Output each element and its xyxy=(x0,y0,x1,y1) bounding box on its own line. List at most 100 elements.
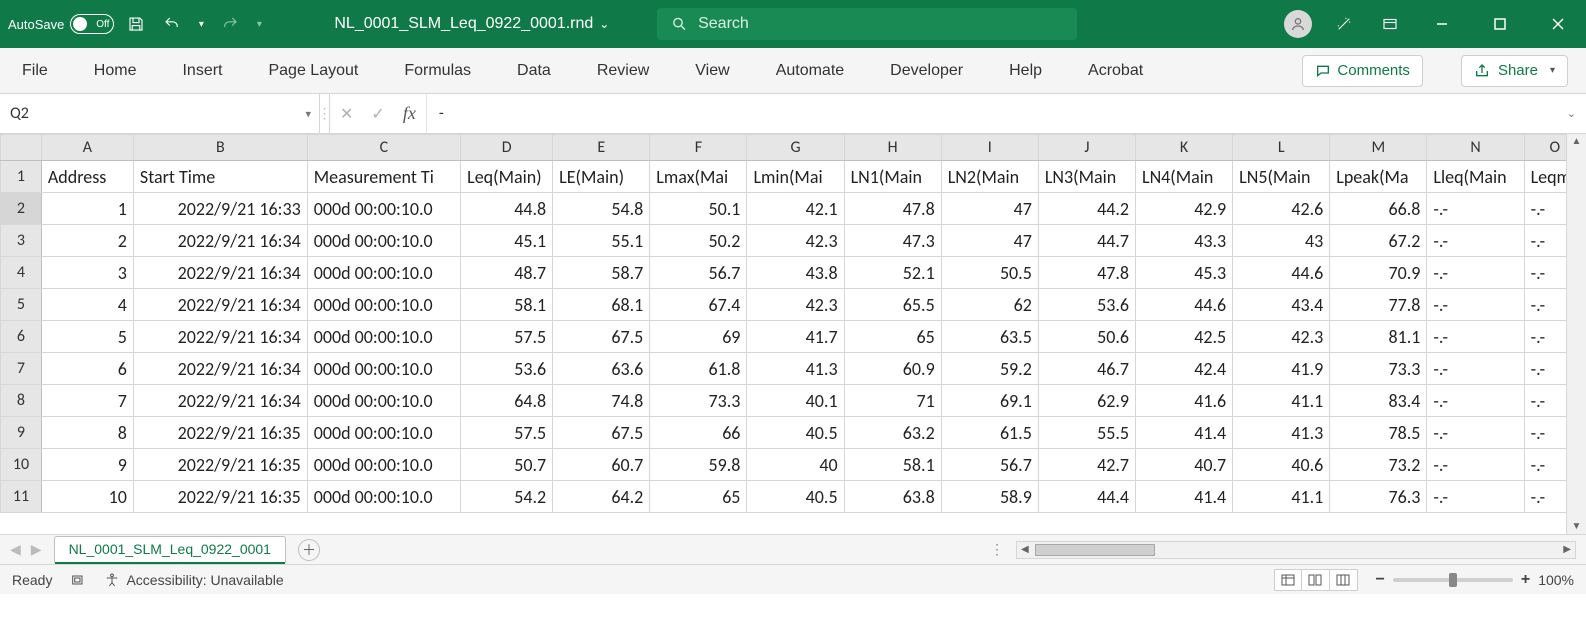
column-header-H[interactable]: H xyxy=(844,135,941,161)
cell[interactable]: 42.1 xyxy=(747,193,844,225)
cell[interactable]: 46.7 xyxy=(1038,353,1135,385)
cell[interactable]: 73.2 xyxy=(1330,449,1427,481)
cell[interactable]: 42.3 xyxy=(747,289,844,321)
cell[interactable]: 61.5 xyxy=(941,417,1038,449)
cell[interactable]: 69.1 xyxy=(941,385,1038,417)
cell[interactable]: 000d 00:00:10.0 xyxy=(307,417,460,449)
row-header[interactable]: 11 xyxy=(1,481,42,513)
undo-dropdown-icon[interactable]: ▾ xyxy=(194,10,208,38)
view-normal-button[interactable] xyxy=(1274,569,1302,591)
comments-button[interactable]: Comments xyxy=(1302,55,1423,87)
cell[interactable]: 63.8 xyxy=(844,481,941,513)
cell[interactable]: 42.7 xyxy=(1038,449,1135,481)
select-all-button[interactable] xyxy=(1,135,42,161)
cell[interactable]: 50.1 xyxy=(650,193,747,225)
column-header-J[interactable]: J xyxy=(1038,135,1135,161)
row-header[interactable]: 5 xyxy=(1,289,42,321)
cell[interactable]: 40.5 xyxy=(747,481,844,513)
cell[interactable]: 53.6 xyxy=(1038,289,1135,321)
cell[interactable]: 000d 00:00:10.0 xyxy=(307,321,460,353)
column-header-A[interactable]: A xyxy=(41,135,133,161)
cell[interactable]: 59.8 xyxy=(650,449,747,481)
redo-icon[interactable] xyxy=(216,10,244,38)
cell[interactable]: 58.1 xyxy=(461,289,553,321)
cell[interactable]: -.- xyxy=(1427,481,1524,513)
cell[interactable]: 50.2 xyxy=(650,225,747,257)
cell[interactable]: 67.5 xyxy=(553,321,650,353)
cell[interactable]: 74.8 xyxy=(553,385,650,417)
tab-home[interactable]: Home xyxy=(90,56,141,86)
cell[interactable]: 44.6 xyxy=(1136,289,1233,321)
column-header-K[interactable]: K xyxy=(1136,135,1233,161)
tab-formulas[interactable]: Formulas xyxy=(400,56,475,86)
cell[interactable]: -.- xyxy=(1427,225,1524,257)
view-page-break-button[interactable] xyxy=(1330,569,1358,591)
cell[interactable]: 2022/9/21 16:34 xyxy=(133,353,307,385)
sheet-tab-active[interactable]: NL_0001_SLM_Leq_0922_0001 xyxy=(54,536,286,563)
column-header-D[interactable]: D xyxy=(461,135,553,161)
tab-help[interactable]: Help xyxy=(1005,56,1046,86)
cell[interactable]: 45.1 xyxy=(461,225,553,257)
cell[interactable]: 61.8 xyxy=(650,353,747,385)
cell[interactable]: 62.9 xyxy=(1038,385,1135,417)
header-cell[interactable]: LN3(Main xyxy=(1038,161,1135,193)
cell[interactable]: 40.5 xyxy=(747,417,844,449)
cell[interactable]: 42.6 xyxy=(1233,193,1330,225)
cell[interactable]: 47.3 xyxy=(844,225,941,257)
cell[interactable]: 2 xyxy=(41,225,133,257)
formula-bar[interactable]: - ⌄ xyxy=(427,94,1586,133)
cell[interactable]: 78.5 xyxy=(1330,417,1427,449)
cell[interactable]: 73.3 xyxy=(650,385,747,417)
cell[interactable]: 41.6 xyxy=(1136,385,1233,417)
cell[interactable]: 10 xyxy=(41,481,133,513)
cell[interactable]: 42.3 xyxy=(1233,321,1330,353)
cell[interactable]: 000d 00:00:10.0 xyxy=(307,481,460,513)
cell[interactable]: 52.1 xyxy=(844,257,941,289)
scrollbar-thumb[interactable] xyxy=(1035,544,1155,556)
wand-icon[interactable] xyxy=(1330,10,1358,38)
cell[interactable]: 58.1 xyxy=(844,449,941,481)
cell[interactable]: 40.1 xyxy=(747,385,844,417)
tab-developer[interactable]: Developer xyxy=(886,56,967,86)
cell[interactable]: 2022/9/21 16:34 xyxy=(133,321,307,353)
header-cell[interactable]: LN2(Main xyxy=(941,161,1038,193)
cell[interactable]: 7 xyxy=(41,385,133,417)
column-header-B[interactable]: B xyxy=(133,135,307,161)
cell[interactable]: 59.2 xyxy=(941,353,1038,385)
autosave-switch[interactable]: Off xyxy=(70,14,114,34)
cell[interactable]: 2022/9/21 16:34 xyxy=(133,257,307,289)
cell[interactable]: 43 xyxy=(1233,225,1330,257)
column-header-F[interactable]: F xyxy=(650,135,747,161)
cell[interactable]: 50.7 xyxy=(461,449,553,481)
zoom-out-icon[interactable]: − xyxy=(1376,571,1385,589)
header-cell[interactable]: Address xyxy=(41,161,133,193)
cell[interactable]: 76.3 xyxy=(1330,481,1427,513)
cell[interactable]: 81.1 xyxy=(1330,321,1427,353)
share-button[interactable]: Share ▾ xyxy=(1461,55,1568,87)
fx-icon[interactable]: fx xyxy=(403,103,416,124)
row-header[interactable]: 3 xyxy=(1,225,42,257)
cell[interactable]: 43.4 xyxy=(1233,289,1330,321)
header-cell[interactable]: Lleq(Main xyxy=(1427,161,1524,193)
tab-acrobat[interactable]: Acrobat xyxy=(1084,56,1147,86)
cell[interactable]: 56.7 xyxy=(941,449,1038,481)
column-header-C[interactable]: C xyxy=(307,135,460,161)
cell[interactable]: 1 xyxy=(41,193,133,225)
save-icon[interactable] xyxy=(122,10,150,38)
accessibility-status[interactable]: Accessibility: Unavailable xyxy=(104,572,283,588)
cell[interactable]: 42.9 xyxy=(1136,193,1233,225)
cell[interactable]: 66 xyxy=(650,417,747,449)
cell[interactable]: 71 xyxy=(844,385,941,417)
tab-review[interactable]: Review xyxy=(593,56,653,86)
column-header-N[interactable]: N xyxy=(1427,135,1524,161)
minimize-button[interactable] xyxy=(1422,4,1462,44)
cell[interactable]: 41.7 xyxy=(747,321,844,353)
cell[interactable]: 50.6 xyxy=(1038,321,1135,353)
cell[interactable]: 44.4 xyxy=(1038,481,1135,513)
undo-icon[interactable] xyxy=(158,10,186,38)
cell[interactable]: 42.4 xyxy=(1136,353,1233,385)
cell[interactable]: 43.8 xyxy=(747,257,844,289)
cell[interactable]: 60.9 xyxy=(844,353,941,385)
header-cell[interactable]: LN1(Main xyxy=(844,161,941,193)
header-cell[interactable]: Measurement Ti xyxy=(307,161,460,193)
